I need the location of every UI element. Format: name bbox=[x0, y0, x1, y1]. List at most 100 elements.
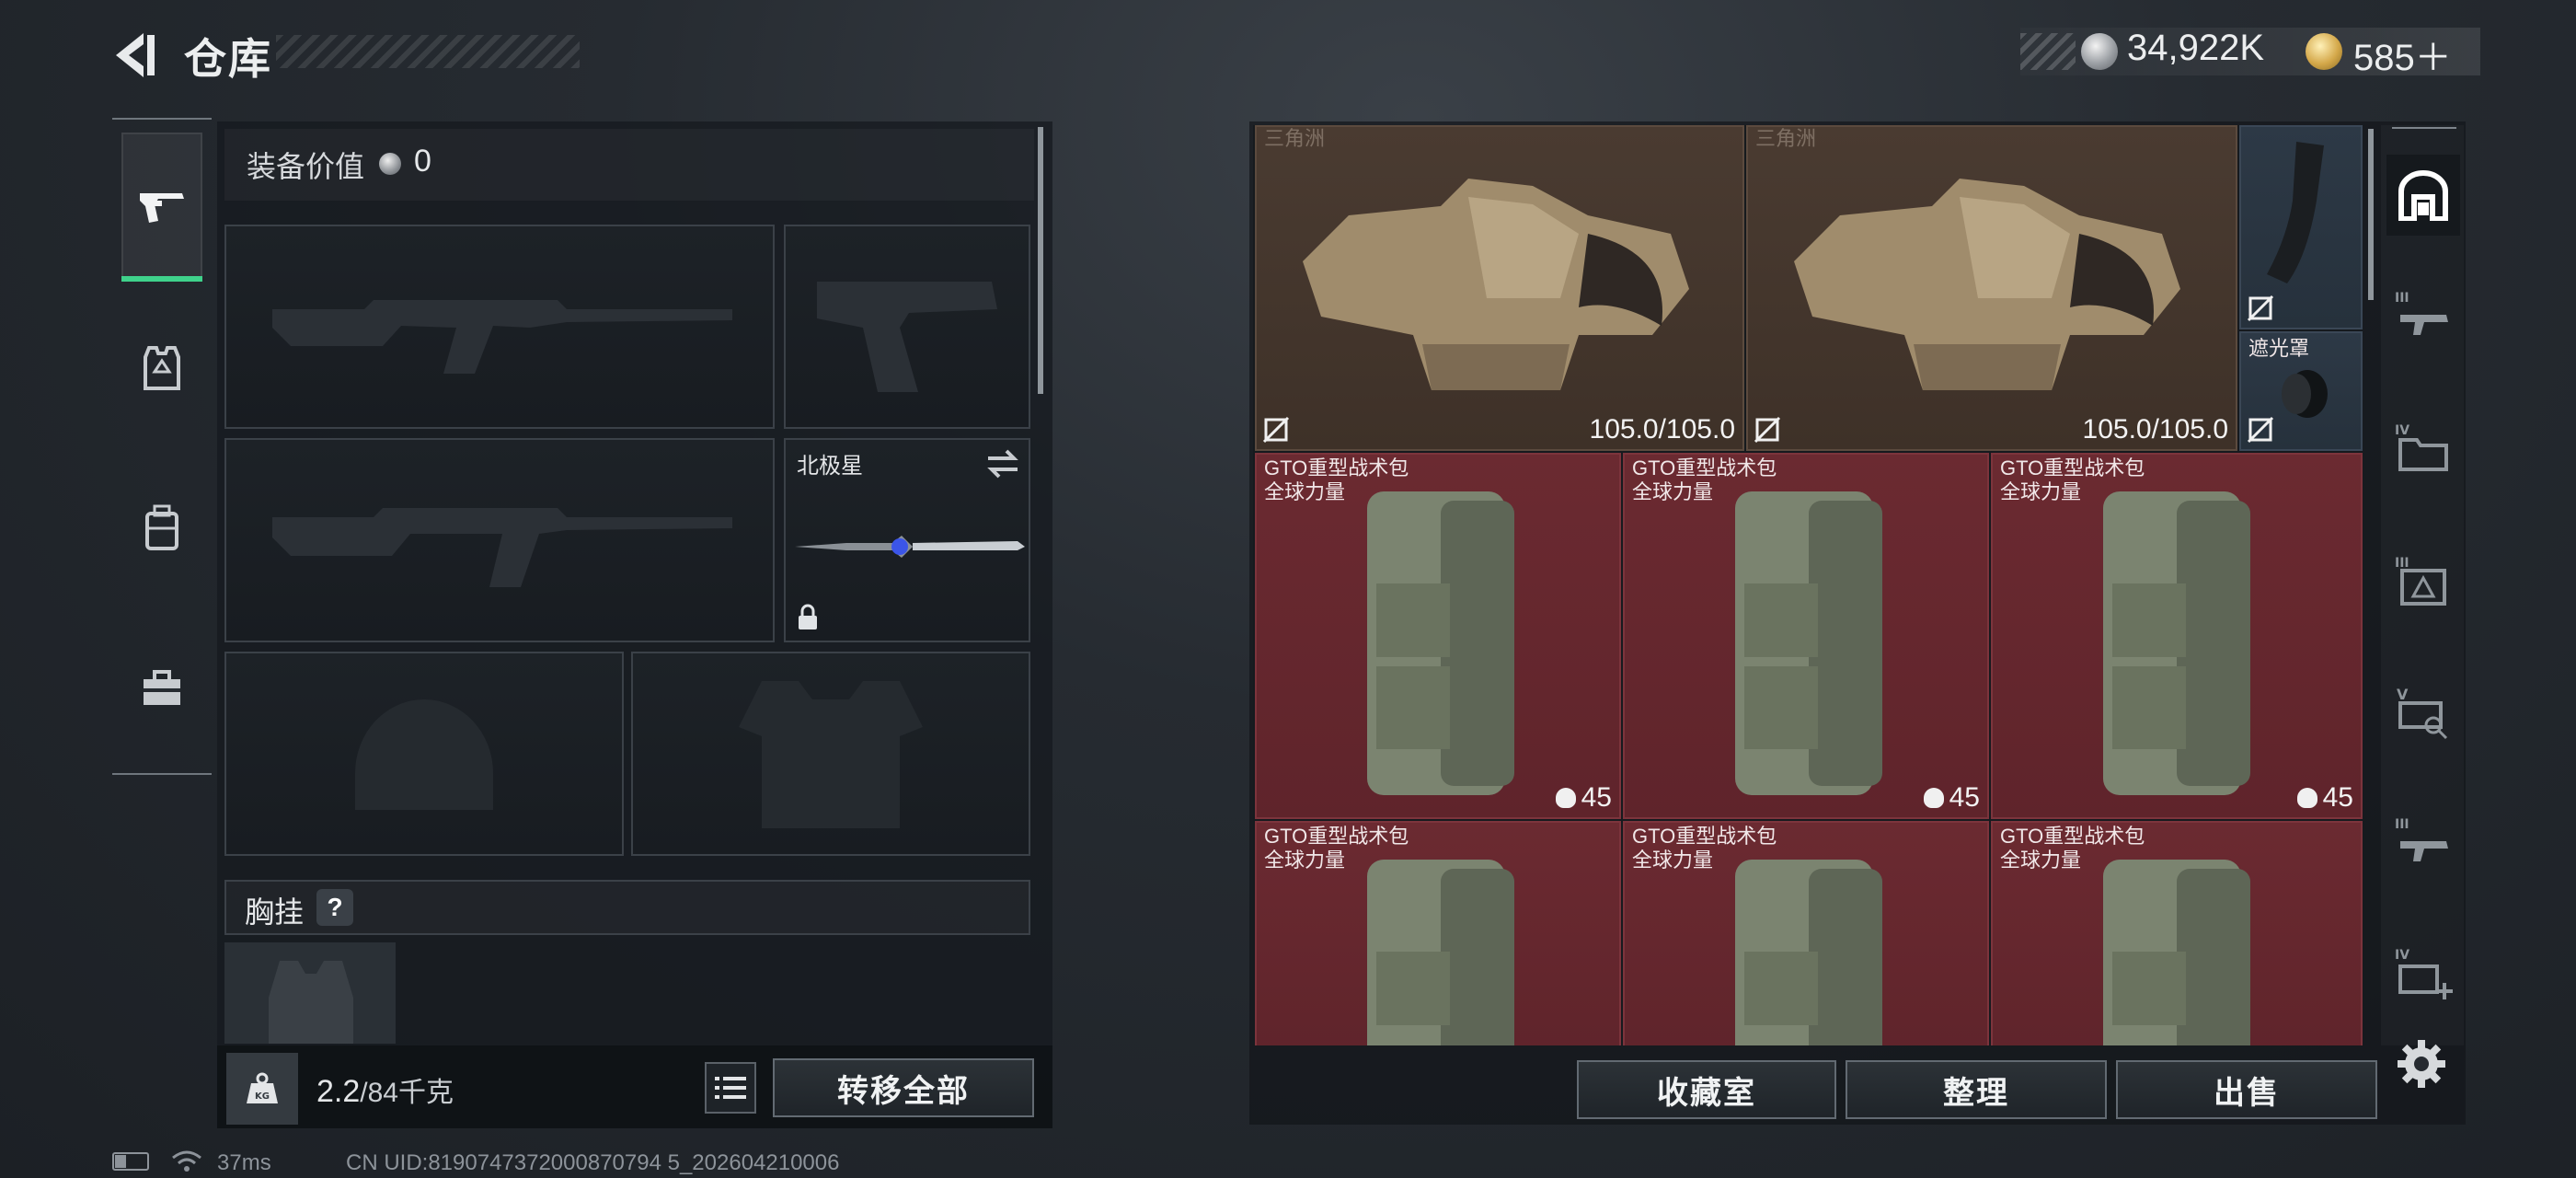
equipment-value-label: 装备价值 bbox=[247, 150, 365, 183]
gear-icon bbox=[2398, 1040, 2445, 1088]
battery-icon bbox=[112, 1152, 149, 1171]
helmet-slot[interactable] bbox=[224, 652, 624, 856]
page-title: 仓库 bbox=[184, 35, 272, 83]
collection-room-button[interactable]: 收藏室 bbox=[1577, 1060, 1836, 1119]
bag-quantity-value: 45 bbox=[2322, 782, 2353, 813]
backpack-icon bbox=[2103, 491, 2250, 795]
swap-icon[interactable] bbox=[984, 447, 1021, 480]
stash-tab-all[interactable] bbox=[2386, 155, 2460, 236]
nav-tab-weapons[interactable] bbox=[121, 133, 202, 280]
person-icon bbox=[1555, 788, 1576, 808]
backpack-icon bbox=[1735, 860, 1882, 1045]
armor-item-label: 三角洲 bbox=[1755, 127, 1817, 150]
nav-tab-toolbox[interactable] bbox=[121, 615, 202, 762]
equipment-value-number: 0 bbox=[414, 144, 431, 179]
pistol-icon bbox=[140, 193, 184, 223]
back-arrow-icon bbox=[116, 33, 155, 77]
lock-icon bbox=[799, 604, 817, 629]
armor-durability: 105.0/105.0 bbox=[1589, 414, 1735, 445]
svg-text:IV: IV bbox=[2395, 948, 2409, 963]
stash-filter-divider bbox=[2392, 127, 2456, 129]
magazine-item[interactable] bbox=[2239, 125, 2363, 329]
svg-text:III: III bbox=[2395, 817, 2409, 832]
bag-quantity: 45 bbox=[2296, 782, 2353, 814]
bag-item-2[interactable]: GTO重型战术包 全球力量 45 bbox=[1623, 453, 1989, 819]
user-uid: CN UID:8190747372000870794 5_20260421000… bbox=[346, 1150, 840, 1175]
svg-text:V: V bbox=[2397, 686, 2409, 703]
armor-item-label: 三角洲 bbox=[1264, 127, 1326, 150]
melee-slot[interactable]: 北极星 bbox=[784, 438, 1030, 642]
no-insure-icon bbox=[1754, 416, 1781, 444]
pistol-slot[interactable] bbox=[784, 225, 1030, 429]
chest-rig-slot[interactable] bbox=[224, 942, 396, 1044]
backpack-icon bbox=[1367, 860, 1514, 1045]
lens-hood-item[interactable]: 遮光罩 bbox=[2239, 331, 2363, 451]
current-weight: 2.2 bbox=[316, 1074, 361, 1109]
lens-hood-label: 遮光罩 bbox=[2248, 337, 2310, 360]
medical-crate-icon: IV bbox=[2395, 948, 2453, 999]
armor-vest-icon bbox=[144, 346, 180, 390]
weight-capacity: /84千克 bbox=[360, 1078, 454, 1108]
nav-tab-armor[interactable] bbox=[121, 294, 202, 442]
stash-scrollbar[interactable] bbox=[2368, 129, 2374, 300]
stash-grid: 三角洲 105.0/105.0 三角洲 105.0/105.0 遮光罩 GTO重… bbox=[1253, 125, 2363, 1045]
bag-item-1[interactable]: GTO重型战术包 全球力量 45 bbox=[1255, 453, 1621, 819]
svg-text:III: III bbox=[2395, 556, 2409, 571]
gold-coin-icon bbox=[2306, 33, 2342, 70]
armor-silhouette-icon bbox=[739, 681, 923, 828]
stash-tab-iii-armor[interactable]: III bbox=[2386, 541, 2460, 622]
organize-button[interactable]: 整理 bbox=[1846, 1060, 2107, 1119]
list-view-button[interactable] bbox=[705, 1062, 756, 1114]
bag-subtitle: 全球力量 bbox=[2000, 480, 2082, 503]
magazine-icon bbox=[2267, 142, 2324, 283]
gold-currency-amount[interactable]: 585＋ bbox=[2353, 28, 2452, 81]
backpack-icon bbox=[2103, 860, 2250, 1045]
armor-item-2[interactable]: 三角洲 105.0/105.0 bbox=[1746, 125, 2237, 451]
nav-divider-bottom bbox=[112, 773, 212, 775]
bag-quantity: 45 bbox=[1923, 782, 1980, 814]
toolbox-icon bbox=[144, 670, 180, 705]
body-armor-icon bbox=[1794, 179, 2180, 390]
rifle-silhouette-icon bbox=[272, 300, 732, 374]
bag-item-4[interactable]: GTO重型战术包 全球力量 bbox=[1255, 821, 1621, 1045]
melee-weapon-name: 北极星 bbox=[797, 454, 863, 479]
settings-button[interactable] bbox=[2396, 1038, 2447, 1090]
stash-tab-v-search[interactable]: V bbox=[2386, 672, 2460, 753]
armor-item-1[interactable]: 三角洲 105.0/105.0 bbox=[1255, 125, 1744, 451]
nav-divider-top bbox=[112, 118, 212, 120]
bag-item-5[interactable]: GTO重型战术包 全球力量 bbox=[1623, 821, 1989, 1045]
stash-tab-iii-weapons[interactable]: III bbox=[2386, 276, 2460, 357]
primary-weapon-slot-2[interactable] bbox=[224, 438, 775, 642]
weight-button[interactable]: KG bbox=[226, 1053, 298, 1125]
folder-icon: IV bbox=[2395, 423, 2448, 471]
loadout-scrollbar[interactable] bbox=[1038, 127, 1043, 394]
sell-button[interactable]: 出售 bbox=[2116, 1060, 2377, 1119]
vest-silhouette-icon bbox=[269, 961, 353, 1044]
weight-icon: KG bbox=[247, 1072, 278, 1103]
weapon-crate-icon: III bbox=[2395, 291, 2448, 335]
stash-tab-iv-medical[interactable]: IV bbox=[2386, 933, 2460, 1014]
body-armor-slot[interactable] bbox=[631, 652, 1030, 856]
bag-subtitle: 全球力量 bbox=[1632, 849, 1714, 872]
knife-icon bbox=[795, 536, 1025, 558]
nav-tab-backpack[interactable] bbox=[121, 455, 202, 602]
help-icon[interactable]: ? bbox=[316, 889, 353, 926]
transfer-all-button[interactable]: 转移全部 bbox=[773, 1058, 1034, 1117]
bag-item-3[interactable]: GTO重型战术包 全球力量 45 bbox=[1991, 453, 2363, 819]
bag-quantity-value: 45 bbox=[1949, 782, 1980, 813]
svg-text:III: III bbox=[2395, 291, 2409, 306]
primary-weapon-slot-1[interactable] bbox=[224, 225, 775, 429]
stash-all-icon bbox=[2398, 170, 2448, 221]
stash-tab-iii-gun[interactable]: III bbox=[2386, 803, 2460, 884]
no-insure-icon bbox=[2247, 416, 2274, 444]
silver-coin-icon bbox=[2081, 33, 2118, 70]
wifi-icon bbox=[172, 1150, 201, 1172]
bag-item-6[interactable]: GTO重型战术包 全球力量 bbox=[1991, 821, 2363, 1045]
stash-tab-iv-folder[interactable]: IV bbox=[2386, 409, 2460, 490]
svg-text:KG: KG bbox=[255, 1091, 270, 1102]
no-insure-icon bbox=[2247, 294, 2274, 322]
back-button[interactable] bbox=[109, 28, 164, 83]
gun-crate-icon: III bbox=[2395, 817, 2448, 861]
chest-rig-label: 胸挂 bbox=[245, 895, 305, 929]
weight-readout: 2.2/84千克 bbox=[316, 1069, 454, 1110]
